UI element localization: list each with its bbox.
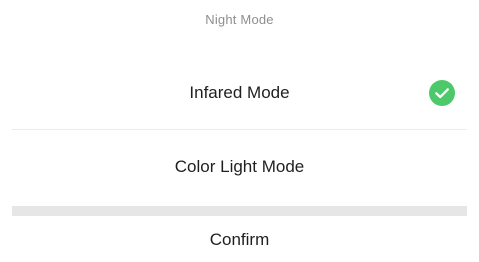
check-circle-icon [429,80,455,106]
option-label: Color Light Mode [174,157,305,176]
confirm-button[interactable]: Confirm [0,218,479,262]
option-color-light-mode[interactable]: Color Light Mode [0,130,479,204]
option-infrared-mode[interactable]: Infared Mode [0,56,479,130]
section-separator [12,206,467,216]
option-label: Infared Mode [189,83,290,102]
night-mode-sheet: Night Mode Infared Mode Color Light Mode… [0,0,479,262]
sheet-title: Night Mode [205,11,274,27]
